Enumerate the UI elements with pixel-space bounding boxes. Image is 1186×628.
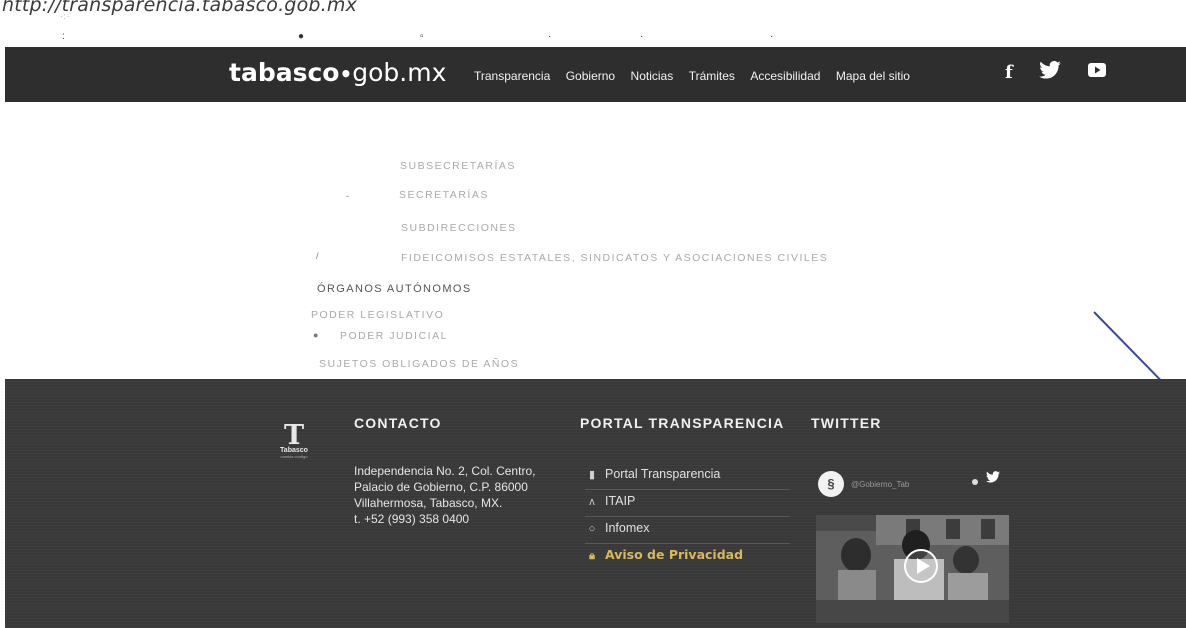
portal-heading: PORTAL TRANSPARENCIA bbox=[580, 415, 785, 431]
portal-link-privacidad[interactable]: 🔒︎ Aviso de Privacidad bbox=[585, 544, 790, 570]
twitter-video-thumbnail[interactable] bbox=[816, 515, 1009, 623]
list-item[interactable]: SUBDIRECCIONES bbox=[401, 222, 517, 234]
youtube-icon[interactable] bbox=[1087, 63, 1106, 82]
list-bullet: / bbox=[316, 251, 319, 261]
list-bullet: ● bbox=[313, 330, 319, 340]
contact-address-line: Independencia No. 2, Col. Centro, bbox=[354, 464, 536, 478]
contact-address-line: Palacio de Gobierno, C.P. 86000 bbox=[354, 480, 528, 494]
list-item[interactable]: SUJETOS OBLIGADOS DE AÑOS bbox=[319, 358, 519, 370]
portal-link-itaip[interactable]: ᴧ ITAIP bbox=[585, 490, 790, 517]
footer-logo-tagline: cambia contigo bbox=[280, 454, 308, 459]
nav-accesibilidad[interactable]: Accesibilidad bbox=[750, 69, 820, 83]
logo-text-bold: tabasco bbox=[229, 58, 340, 87]
chat-icon: ○ bbox=[588, 523, 596, 535]
contact-info: Independencia No. 2, Col. Centro, Palaci… bbox=[354, 463, 535, 527]
twitter-heading: TWITTER bbox=[811, 415, 882, 431]
portal-link-label: Portal Transparencia bbox=[605, 467, 721, 481]
portal-link-transparencia[interactable]: ▮ Portal Transparencia bbox=[585, 463, 790, 490]
nav-gobierno[interactable]: Gobierno bbox=[566, 69, 615, 83]
document-icon: ▮ bbox=[588, 469, 596, 481]
list-item[interactable]: PODER JUDICIAL bbox=[340, 330, 448, 342]
footer-logo: T Tabasco cambia contigo bbox=[277, 420, 311, 459]
play-icon[interactable] bbox=[904, 549, 938, 583]
twitter-avatar[interactable]: § bbox=[818, 471, 844, 497]
twitter-handle[interactable]: @Gobierno_Tab bbox=[851, 480, 909, 489]
social-links: f bbox=[1005, 60, 1128, 84]
main-nav: Transparencia Gobierno Noticias Trámites… bbox=[474, 67, 921, 85]
nav-transparencia[interactable]: Transparencia bbox=[474, 69, 550, 83]
contact-phone: t. +52 (993) 358 0400 bbox=[354, 512, 470, 526]
logo-dot: • bbox=[339, 62, 353, 86]
list-item[interactable]: FIDEICOMISOS ESTATALES, SINDICATOS Y ASO… bbox=[401, 252, 828, 264]
site-logo[interactable]: tabasco•gob.mx bbox=[229, 58, 446, 87]
list-item[interactable]: SECRETARÍAS bbox=[399, 189, 489, 201]
portal-link-label: Infomex bbox=[605, 521, 650, 535]
portal-link-label: ITAIP bbox=[605, 494, 636, 508]
facebook-icon[interactable]: f bbox=[1005, 62, 1013, 83]
page-url: http://transparencia.tabasco.gob.mx bbox=[2, 0, 358, 16]
list-bullet: - bbox=[346, 191, 349, 201]
scan-artifact-row: : ● ▫ · · · bbox=[62, 31, 774, 42]
list-item[interactable]: PODER LEGISLATIVO bbox=[311, 309, 444, 321]
portal-link-infomex[interactable]: ○ Infomex bbox=[585, 517, 790, 544]
twitter-dot-icon bbox=[972, 479, 978, 485]
list-item[interactable]: SUBSECRETARÍAS bbox=[400, 160, 516, 172]
portal-links: ▮ Portal Transparencia ᴧ ITAIP ○ Infomex 🔒︎… bbox=[585, 463, 790, 570]
top-navbar: tabasco•gob.mx Transparencia Gobierno No… bbox=[5, 47, 1186, 102]
footer-logo-name: Tabasco bbox=[280, 447, 308, 454]
contact-address-line: Villahermosa, Tabasco, MX. bbox=[354, 496, 503, 510]
portal-link-label: Aviso de Privacidad bbox=[605, 547, 744, 562]
twitter-bird-icon[interactable] bbox=[986, 470, 1000, 488]
logo-text-domain: gob.mx bbox=[352, 58, 447, 87]
itaip-icon: ᴧ bbox=[589, 496, 595, 508]
list-heading[interactable]: ÓRGANOS AUTÓNOMOS bbox=[317, 283, 472, 295]
footer-logo-letter: T bbox=[283, 420, 305, 451]
scan-artifact: ·:· bbox=[60, 12, 71, 21]
nav-mapa-del-sitio[interactable]: Mapa del sitio bbox=[836, 69, 910, 83]
nav-tramites[interactable]: Trámites bbox=[689, 69, 735, 83]
twitter-icon[interactable] bbox=[1039, 60, 1062, 84]
lock-icon: 🔒︎ bbox=[589, 549, 595, 562]
contact-heading: CONTACTO bbox=[354, 415, 442, 431]
nav-noticias[interactable]: Noticias bbox=[631, 69, 674, 83]
